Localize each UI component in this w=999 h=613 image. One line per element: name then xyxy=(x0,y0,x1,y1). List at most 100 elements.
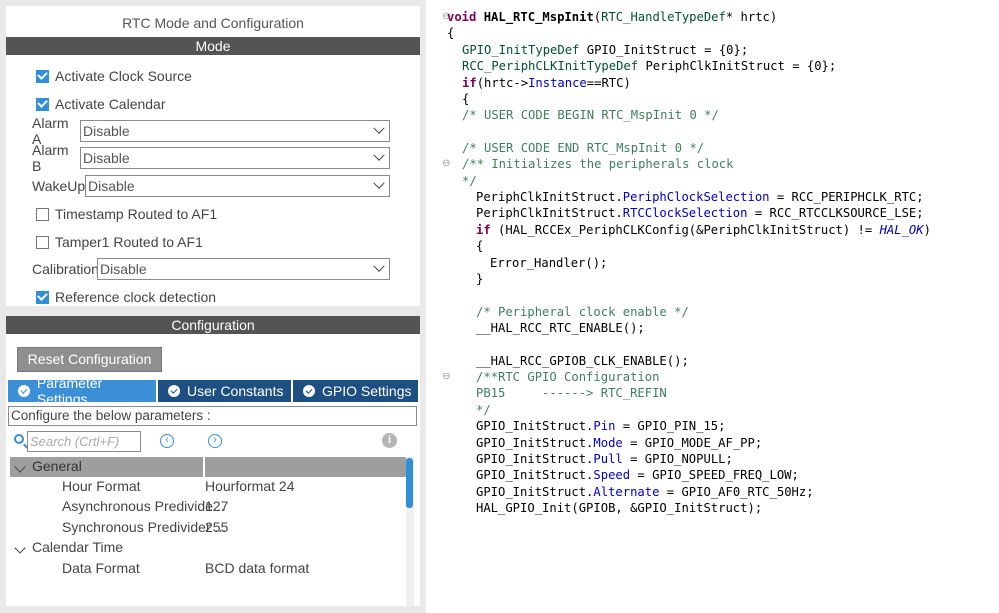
code-field: Speed xyxy=(593,468,631,482)
calibration-select[interactable]: Disable xyxy=(97,258,390,280)
param-key: Asynchronous Predivide... xyxy=(62,498,225,514)
reference-clock-row[interactable]: Reference clock detection xyxy=(36,288,216,306)
tree-group-calendar-time[interactable]: Calendar Time xyxy=(10,538,406,558)
code-line: GPIO_InitStruct.Mode = GPIO_MODE_AF_PP; xyxy=(476,436,762,450)
code-constant: HAL_OK xyxy=(879,223,924,237)
code-text: GPIO_InitStruct. xyxy=(476,436,594,450)
param-key: Synchronous Predivider ... xyxy=(62,519,227,535)
group-label: General xyxy=(32,458,82,474)
collapse-icon[interactable] xyxy=(14,542,26,554)
code-keyword: if xyxy=(462,76,477,90)
param-key: Data Format xyxy=(62,560,140,576)
left-panel: RTC Mode and Configuration Mode Activate… xyxy=(0,0,426,613)
calibration-row: Calibration Disable xyxy=(32,258,390,280)
tab-parameter-settings[interactable]: Parameter Settings xyxy=(8,375,158,407)
info-icon[interactable]: i xyxy=(382,433,397,448)
tamper1-label: Tamper1 Routed to AF1 xyxy=(55,234,203,250)
code-comment: /** Initializes the peripherals clock xyxy=(462,157,734,171)
code-field: Alternate xyxy=(593,485,660,499)
code-line: RCC_PeriphCLKInitTypeDef PeriphClkInitSt… xyxy=(462,59,836,73)
timestamp-row[interactable]: Timestamp Routed to AF1 xyxy=(36,205,217,223)
tree-group-general[interactable]: General xyxy=(10,457,406,477)
chevron-down-icon xyxy=(373,149,385,161)
wakeup-label: WakeUp xyxy=(32,178,86,194)
collapse-icon[interactable] xyxy=(14,461,26,473)
code-line: PeriphClkInitStruct.RTCClockSelection = … xyxy=(476,206,924,220)
calibration-label: Calibration xyxy=(32,261,99,277)
code-field: PeriphClockSelection xyxy=(622,190,770,204)
timestamp-checkbox[interactable] xyxy=(36,207,49,221)
alarm-a-select[interactable]: Disable xyxy=(80,120,390,142)
tab-label: User Constants xyxy=(187,383,284,399)
fold-marker-icon[interactable]: ⊖ xyxy=(442,371,450,382)
param-value: Hourformat 24 xyxy=(205,478,295,494)
code-text: ) xyxy=(923,223,931,237)
param-value: 127 xyxy=(205,498,229,514)
code-field: Pull xyxy=(593,452,623,466)
tab-user-constants[interactable]: User Constants xyxy=(158,380,293,402)
code-text: GPIO_InitStruct. xyxy=(476,419,594,433)
code-text: PeriphClkInitStruct = {0}; xyxy=(638,59,837,73)
wakeup-row: WakeUp Disable xyxy=(32,175,390,197)
code-type: GPIO_InitTypeDef xyxy=(462,43,580,57)
chevron-down-icon xyxy=(373,260,385,272)
activate-calendar-row[interactable]: Activate Calendar xyxy=(36,95,166,113)
tamper1-row[interactable]: Tamper1 Routed to AF1 xyxy=(36,233,203,251)
table-row[interactable]: Asynchronous Predivide... 127 xyxy=(10,497,406,517)
reference-clock-checkbox[interactable] xyxy=(36,290,49,304)
reset-configuration-button[interactable]: Reset Configuration xyxy=(17,347,162,372)
group-label: Calendar Time xyxy=(32,539,124,555)
code-line: Error_Handler(); xyxy=(490,256,608,270)
tab-gpio-settings[interactable]: GPIO Settings xyxy=(293,380,418,402)
code-type: RTC_HandleTypeDef xyxy=(601,10,726,24)
code-field: Pin xyxy=(593,419,616,433)
wakeup-value: Disable xyxy=(88,178,135,194)
alarm-b-value: Disable xyxy=(83,150,130,166)
code-line: { xyxy=(447,26,455,40)
code-editor[interactable]: ⊖ void HAL_RTC_MspInit(RTC_HandleTypeDef… xyxy=(426,0,999,613)
code-type: RCC_PeriphCLKInitTypeDef xyxy=(462,59,639,73)
parameter-tree: General Hour Format Hourformat 24 Asynch… xyxy=(10,457,406,606)
chevron-down-icon xyxy=(373,177,385,189)
mode-panel: RTC Mode and Configuration Mode Activate… xyxy=(6,6,420,306)
panel-title: RTC Mode and Configuration xyxy=(122,15,304,31)
code-line: GPIO_InitStruct.Alternate = GPIO_AF0_RTC… xyxy=(476,485,814,499)
table-row[interactable]: Data Format BCD data format xyxy=(10,559,406,579)
activate-clock-source-row[interactable]: Activate Clock Source xyxy=(36,67,192,85)
code-line: if(hrtc->Instance==RTC) xyxy=(462,76,631,90)
search-input[interactable]: Search (Crtl+F) xyxy=(27,431,141,452)
code-comment: PB15 ------> RTC_REFIN xyxy=(476,386,667,400)
wakeup-select[interactable]: Disable xyxy=(85,175,390,197)
code-field: RTCClockSelection xyxy=(622,206,748,220)
reference-clock-label: Reference clock detection xyxy=(55,289,217,305)
table-row[interactable]: Synchronous Predivider ... 255 xyxy=(10,518,406,538)
configuration-panel: Configuration Reset Configuration Parame… xyxy=(6,316,420,606)
code-comment: */ xyxy=(462,174,477,188)
alarm-b-select[interactable]: Disable xyxy=(80,147,390,169)
code-comment: */ xyxy=(476,403,491,417)
fold-marker-icon[interactable]: ⊖ xyxy=(442,158,450,169)
scrollbar-thumb[interactable] xyxy=(406,458,413,508)
code-line: if (HAL_RCCEx_PeriphCLKConfig(&PeriphClk… xyxy=(476,223,931,237)
code-line: GPIO_InitStruct.Pin = GPIO_PIN_15; xyxy=(476,419,725,433)
code-text: = RCC_PERIPHCLK_RTC; xyxy=(769,190,924,204)
code-text: = GPIO_MODE_AF_PP; xyxy=(622,436,763,450)
code-text: ==RTC) xyxy=(586,76,631,90)
code-line: PeriphClkInitStruct.PeriphClockSelection… xyxy=(476,190,924,204)
table-row[interactable]: Hour Format Hourformat 24 xyxy=(10,477,406,497)
code-text: = RCC_RTCCLKSOURCE_LSE; xyxy=(747,206,924,220)
code-text: * hrtc) xyxy=(725,10,778,24)
mode-section-header: Mode xyxy=(6,37,420,55)
code-text: = GPIO_SPEED_FREQ_LOW; xyxy=(630,468,799,482)
next-icon[interactable]: › xyxy=(208,434,222,448)
code-comment: /* Peripheral clock enable */ xyxy=(476,305,689,319)
tamper1-checkbox[interactable] xyxy=(36,235,49,249)
code-line: { xyxy=(476,239,484,253)
previous-icon[interactable]: ‹ xyxy=(160,434,174,448)
code-comment: /* USER CODE BEGIN RTC_MspInit 0 */ xyxy=(462,108,719,122)
check-circle-icon xyxy=(303,385,315,397)
activate-clock-source-checkbox[interactable] xyxy=(36,69,49,83)
activate-calendar-checkbox[interactable] xyxy=(36,97,49,111)
code-line: } xyxy=(476,272,484,286)
code-line: { xyxy=(462,92,470,106)
